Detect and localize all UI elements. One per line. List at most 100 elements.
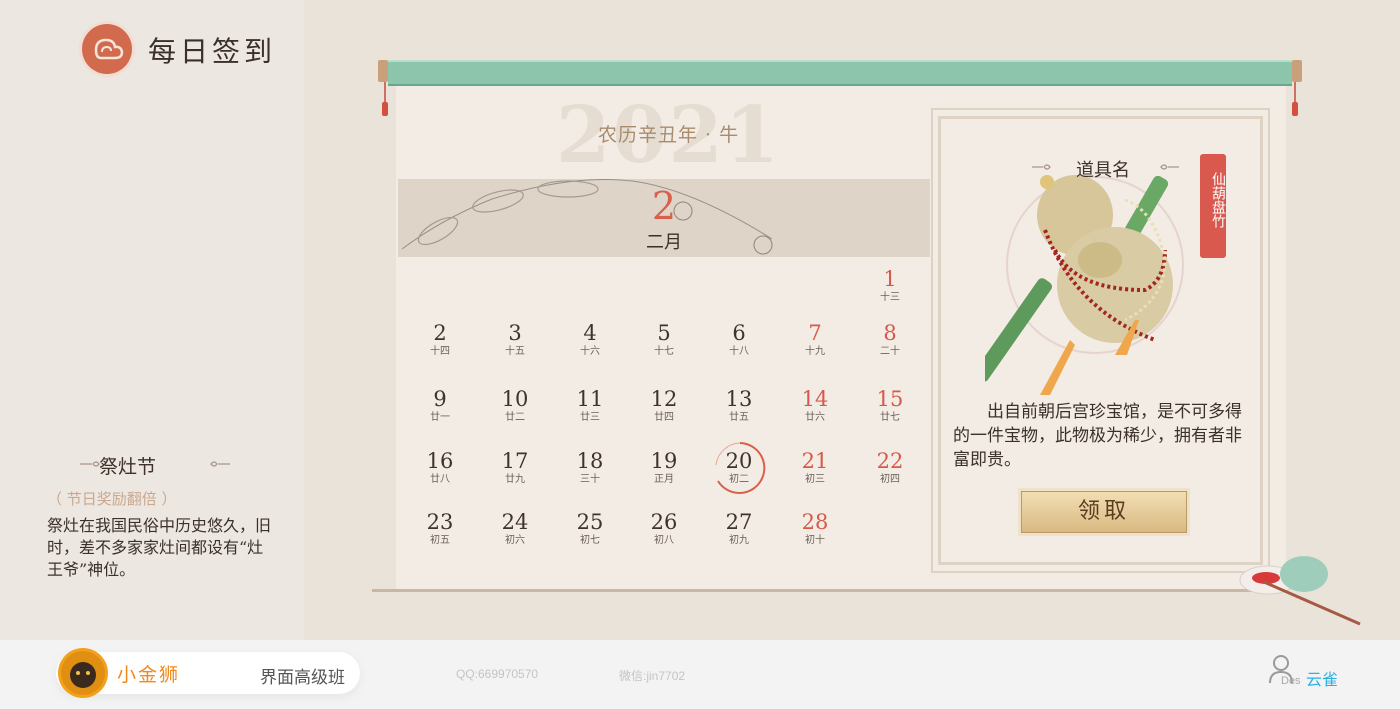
item-tag-label: 仙葫盘竹 <box>1210 172 1226 228</box>
cloud-ornament-icon <box>210 461 230 467</box>
qq-contact: QQ:669970570 <box>456 667 539 681</box>
day-number: 28 <box>801 510 829 534</box>
tassel-icon <box>1292 82 1298 116</box>
day-number: 13 <box>725 387 753 411</box>
calendar-day[interactable]: 19 正月 <box>634 448 694 487</box>
day-number: 9 <box>433 387 447 411</box>
scroll-rod-cap-left <box>378 60 388 82</box>
cloud-logo-icon <box>82 24 132 74</box>
day-number: 12 <box>650 387 678 411</box>
calendar-day[interactable]: 24 初六 <box>485 509 545 548</box>
calendar-day[interactable]: 13 廿五 <box>709 386 769 425</box>
cloud-ornament-icon <box>1160 164 1179 170</box>
calendar-day[interactable]: 16 廿八 <box>410 448 470 487</box>
claim-button[interactable]: 领取 <box>1021 491 1187 533</box>
lunar-day: 廿一 <box>430 412 450 423</box>
day-number: 26 <box>650 510 678 534</box>
day-number: 1 <box>883 267 897 291</box>
lunar-day: 十八 <box>729 346 749 357</box>
lunar-day: 十五 <box>505 346 525 357</box>
lunar-day: 初九 <box>729 535 749 546</box>
calendar-day[interactable]: 21 初三 <box>785 448 845 487</box>
lunar-day: 廿五 <box>729 412 749 423</box>
lunar-day: 十六 <box>580 346 600 357</box>
calendar-day[interactable]: 4 十六 <box>560 320 620 359</box>
day-number: 10 <box>501 387 529 411</box>
lunar-day: 廿二 <box>505 412 525 423</box>
lunar-day: 初四 <box>880 474 900 485</box>
item-name: 道具名 <box>1076 160 1130 181</box>
lunar-day: 廿八 <box>430 474 450 485</box>
lunar-day: 十三 <box>880 292 900 303</box>
user-name: 云雀 <box>1306 672 1339 689</box>
calendar-day[interactable]: 9 廿一 <box>410 386 470 425</box>
item-description: 出自前朝后宫珍宝馆，是不可多得的一件宝物，此物极为稀少，拥有者非富即贵。 <box>953 402 1242 470</box>
lunar-day: 廿六 <box>805 412 825 423</box>
calendar-day[interactable]: 2 十四 <box>410 320 470 359</box>
lion-avatar <box>58 648 108 698</box>
day-number: 5 <box>657 321 671 345</box>
calendar-day[interactable]: 12 廿四 <box>634 386 694 425</box>
calendar-day[interactable]: 18 三十 <box>560 448 620 487</box>
calendar-day[interactable]: 27 初九 <box>709 509 769 548</box>
calendar-day[interactable]: 11 廿三 <box>560 386 620 425</box>
day-number: 8 <box>883 321 897 345</box>
lunar-day: 初六 <box>505 535 525 546</box>
lunar-day: 二十 <box>880 346 900 357</box>
scroll-bottom-edge <box>372 589 1286 592</box>
lunar-day: 正月 <box>654 474 674 485</box>
lunar-day: 十七 <box>654 346 674 357</box>
calendar-day[interactable]: 23 初五 <box>410 509 470 548</box>
calendar-day[interactable]: 6 十八 <box>709 320 769 359</box>
calendar-day[interactable]: 28 初十 <box>785 509 845 548</box>
lunar-year-label: 农历辛丑年 · 牛 <box>598 124 740 146</box>
calendar-day[interactable]: 3 十五 <box>485 320 545 359</box>
lunar-day: 初八 <box>654 535 674 546</box>
lunar-day: 廿七 <box>880 412 900 423</box>
calendar-day[interactable]: 15 廿七 <box>860 386 920 425</box>
today-highlight-ring <box>715 442 766 494</box>
calendar-day[interactable]: 8 二十 <box>860 320 920 359</box>
day-number: 14 <box>801 387 829 411</box>
lunar-day: 初三 <box>805 474 825 485</box>
calendar-day[interactable]: 5 十七 <box>634 320 694 359</box>
calendar-day[interactable]: 26 初八 <box>634 509 694 548</box>
calendar-day[interactable]: 25 初七 <box>560 509 620 548</box>
lunar-day: 廿四 <box>654 412 674 423</box>
course-name: 界面高级班 <box>260 668 345 687</box>
day-number: 7 <box>808 321 822 345</box>
scroll-rod-cap-right <box>1292 60 1302 82</box>
day-number: 15 <box>876 387 904 411</box>
calendar-day[interactable]: 7 十九 <box>785 320 845 359</box>
cloud-ornament-icon <box>1032 164 1051 170</box>
day-number: 2 <box>433 321 447 345</box>
scroll-rod <box>388 60 1292 86</box>
brand-name: 小金狮 <box>117 665 181 686</box>
des-label: Des <box>1281 675 1301 687</box>
ink-dish-icon <box>1239 556 1361 626</box>
calendar-day[interactable]: 14 廿六 <box>785 386 845 425</box>
calendar-day[interactable]: 22 初四 <box>860 448 920 487</box>
festival-description: 祭灶在我国民俗中历史悠久，旧时，差不多家家灶间都设有“灶王爷”神位。 <box>47 516 272 579</box>
lunar-day: 初五 <box>430 535 450 546</box>
lunar-day: 十九 <box>805 346 825 357</box>
month-number: 2 <box>651 184 677 228</box>
gourd-treasure-illustration <box>985 175 1184 395</box>
day-number: 21 <box>801 449 829 473</box>
wechat-contact: 微信:jin7702 <box>619 669 686 683</box>
day-number: 16 <box>426 449 454 473</box>
day-number: 4 <box>583 321 597 345</box>
day-number: 24 <box>501 510 529 534</box>
lunar-day: 十四 <box>430 346 450 357</box>
lunar-day: 初七 <box>580 535 600 546</box>
day-number: 22 <box>876 449 904 473</box>
festival-reward-note: （ 节日奖励翻倍 ） <box>47 490 177 508</box>
day-number: 6 <box>732 321 746 345</box>
calendar-day[interactable]: 1 十三 <box>860 266 920 305</box>
calendar-day[interactable]: 17 廿九 <box>485 448 545 487</box>
day-number: 23 <box>426 510 454 534</box>
day-number: 27 <box>725 510 753 534</box>
calendar-day[interactable]: 10 廿二 <box>485 386 545 425</box>
day-number: 19 <box>650 449 678 473</box>
page-title: 每日签到 <box>148 35 277 68</box>
